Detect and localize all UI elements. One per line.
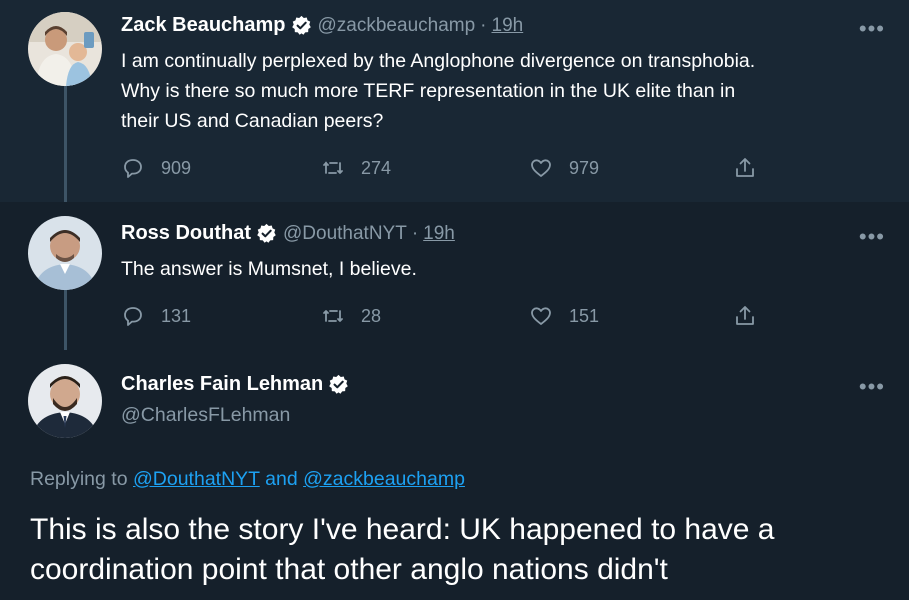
timestamp-link[interactable]: 19h — [423, 223, 455, 245]
more-icon[interactable]: ••• — [859, 376, 885, 398]
display-name[interactable]: Zack Beauchamp — [121, 14, 286, 37]
tweet-text: I am continually perplexed by the Anglop… — [121, 46, 891, 136]
like-icon — [531, 159, 551, 177]
tweet-ross-douthat[interactable]: Ross Douthat @DouthatNYT · 19h ••• The a… — [0, 202, 909, 354]
reply-icon — [124, 159, 142, 178]
handle[interactable]: @zackbeauchamp — [318, 15, 476, 37]
retweet-button[interactable]: 274 — [321, 156, 391, 180]
verified-badge-icon — [329, 374, 349, 394]
tweet-header: Ross Douthat @DouthatNYT · 19h — [121, 222, 455, 245]
action-bar: 131 28 151 — [121, 304, 761, 334]
share-icon — [736, 306, 754, 325]
like-count: 979 — [569, 157, 600, 178]
timestamp-link[interactable]: 19h — [492, 15, 524, 37]
avatar-photo-icon — [28, 216, 102, 290]
avatar-photo-icon — [28, 12, 102, 86]
tweet-text-line: I am continually perplexed by the Anglop… — [121, 50, 756, 72]
replying-to: Replying to @DouthatNYT and @zackbeaucha… — [30, 468, 465, 491]
separator: · — [480, 14, 487, 36]
replying-to-label: Replying to — [30, 468, 128, 490]
display-name[interactable]: Ross Douthat — [121, 222, 251, 245]
separator: · — [411, 222, 419, 244]
like-button[interactable]: 151 — [529, 304, 599, 328]
tweet-text-line: Why is there so much more TERF represent… — [121, 80, 736, 102]
share-icon — [736, 158, 754, 177]
like-icon — [531, 307, 551, 325]
share-button[interactable] — [733, 304, 773, 328]
reply-button[interactable]: 131 — [121, 304, 191, 328]
handle[interactable]: @DouthatNYT — [283, 223, 407, 245]
conversation-view: Zack Beauchamp @zackbeauchamp · 19h ••• … — [0, 0, 909, 600]
tweet-charles-fain-lehman: Charles Fain Lehman @CharlesFLehman ••• … — [0, 350, 909, 600]
like-button[interactable]: 979 — [529, 156, 599, 180]
avatar-photo-icon — [28, 364, 102, 438]
avatar[interactable] — [28, 364, 102, 438]
handle[interactable]: @CharlesFLehman — [121, 404, 290, 427]
mention-link[interactable]: @zackbeauchamp — [303, 468, 465, 490]
retweet-icon — [323, 161, 343, 174]
verified-badge-icon — [291, 15, 311, 35]
reply-button[interactable]: 909 — [121, 156, 191, 180]
like-count: 151 — [569, 305, 600, 326]
reply-icon — [124, 307, 142, 326]
and-label: and — [265, 468, 298, 490]
thread-line — [64, 288, 67, 354]
tweet-text: This is also the story I've heard: UK ha… — [30, 510, 890, 590]
retweet-count: 28 — [361, 305, 382, 326]
avatar[interactable] — [28, 216, 102, 290]
more-icon[interactable]: ••• — [859, 226, 885, 248]
tweet-zack-beauchamp[interactable]: Zack Beauchamp @zackbeauchamp · 19h ••• … — [0, 0, 909, 206]
tweet-text-line: coordination point that other anglo nati… — [30, 553, 668, 586]
mention-link[interactable]: @DouthatNYT — [133, 468, 260, 490]
verified-badge-icon — [257, 223, 276, 243]
retweet-count: 274 — [361, 157, 392, 178]
tweet-header: Zack Beauchamp @zackbeauchamp · 19h — [121, 14, 523, 37]
tweet-text-line: The answer is Mumsnet, I believe. — [121, 258, 417, 280]
tweet-text-line: their US and Canadian peers? — [121, 110, 384, 132]
thread-line — [64, 86, 67, 206]
avatar[interactable] — [28, 12, 102, 86]
retweet-button[interactable]: 28 — [321, 304, 381, 328]
tweet-header: Charles Fain Lehman — [121, 373, 349, 396]
share-button[interactable] — [733, 156, 773, 180]
display-name[interactable]: Charles Fain Lehman — [121, 373, 323, 396]
tweet-text-line: This is also the story I've heard: UK ha… — [30, 513, 775, 546]
tweet-text: The answer is Mumsnet, I believe. — [121, 254, 891, 284]
action-bar: 909 274 979 — [121, 156, 761, 186]
more-icon[interactable]: ••• — [859, 18, 885, 40]
reply-count: 131 — [161, 305, 192, 326]
retweet-icon — [323, 310, 343, 322]
reply-count: 909 — [161, 157, 192, 178]
